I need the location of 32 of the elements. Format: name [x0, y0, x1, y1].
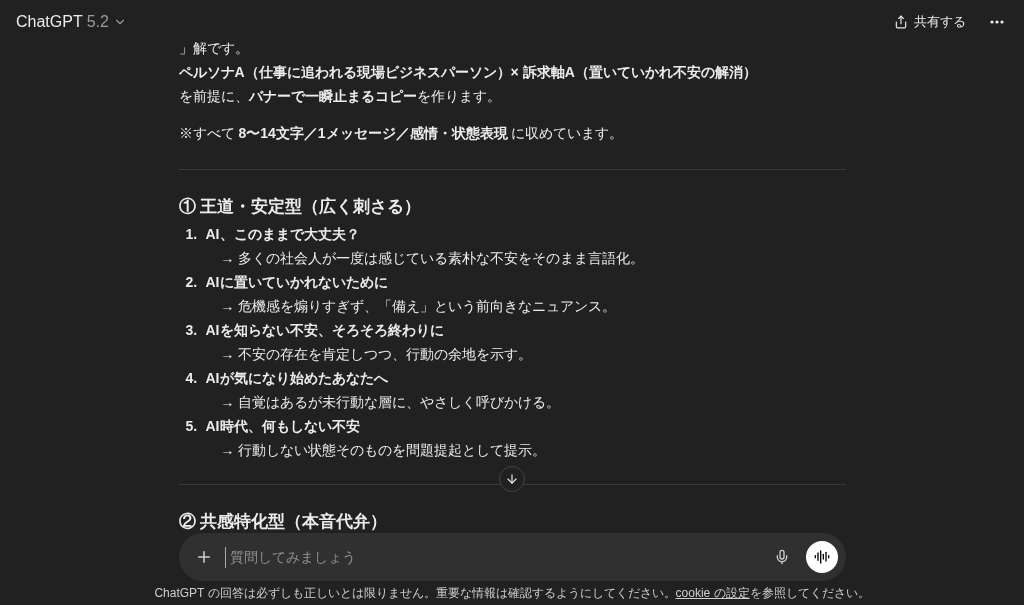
section-heading: ② 共感特化型（本音代弁）	[178, 511, 389, 533]
list-item-note: → 多くの社会人が一度は感じている素朴な不安をそのまま言語化。	[219, 249, 646, 268]
share-icon	[894, 15, 908, 29]
waveform-icon	[813, 549, 830, 565]
more-icon	[990, 20, 1004, 24]
message-text: ペルソナA（仕事に追われる現場ビジネスパーソン）× 訴求軸A（置いていかれ不安の解消）	[178, 63, 758, 82]
list-item-note: → 不安の存在を肯定しつつ、行動の余地を示す。	[219, 345, 534, 364]
list-item-title: AIに置いていかれないために	[205, 273, 388, 292]
cookie-settings-link[interactable]: cookie の設定	[675, 586, 750, 600]
list-number: 1.	[185, 225, 199, 244]
share-button[interactable]: 共有する	[894, 12, 966, 32]
list-number: 4.	[185, 369, 199, 388]
list-number: 3.	[185, 321, 199, 340]
prompt-input[interactable]: 質問してみましょう	[224, 546, 774, 568]
message-composer[interactable]: 質問してみましょう	[178, 533, 846, 581]
scroll-down-button[interactable]	[498, 466, 525, 492]
list-item-note: → 行動しない状態そのものを問題提起として提示。	[219, 441, 548, 460]
list-number: 2.	[185, 273, 199, 292]
list-item-title: AIが気になり始めたあなたへ	[205, 369, 388, 388]
list-item-title: AIを知らない不安、そろそろ終わりに	[205, 321, 444, 340]
list-number: 5.	[185, 417, 199, 436]
list-item-note: → 自覚はあるが未行動な層に、やさしく呼びかける。	[219, 393, 562, 412]
message-text: ※すべて 8〜14文字／1メッセージ／感情・状態表現 に収めています。	[178, 124, 625, 143]
disclaimer-text: ChatGPT の回答は必ずしも正しいとは限りません。重要な情報は確認するようにしてください。cookie の設定を参照してください。	[154, 585, 870, 602]
list-item-title: AI時代、何もしない不安	[205, 417, 360, 436]
message-text: を前提に、バナーで一瞬止まるコピーを作ります。	[178, 87, 502, 106]
list-item-title: AI、このままで大丈夫？	[205, 225, 360, 244]
model-selector[interactable]: ChatGPT 5.2	[16, 10, 127, 34]
voice-mode-button[interactable]	[805, 541, 838, 573]
message-text: 」解です。	[178, 39, 250, 58]
section-heading: ① 王道・安定型（広く刺さる）	[178, 196, 423, 218]
list-item-note: → 危機感を煽りすぎず、「備え」という前向きなニュアンス。	[219, 297, 618, 316]
